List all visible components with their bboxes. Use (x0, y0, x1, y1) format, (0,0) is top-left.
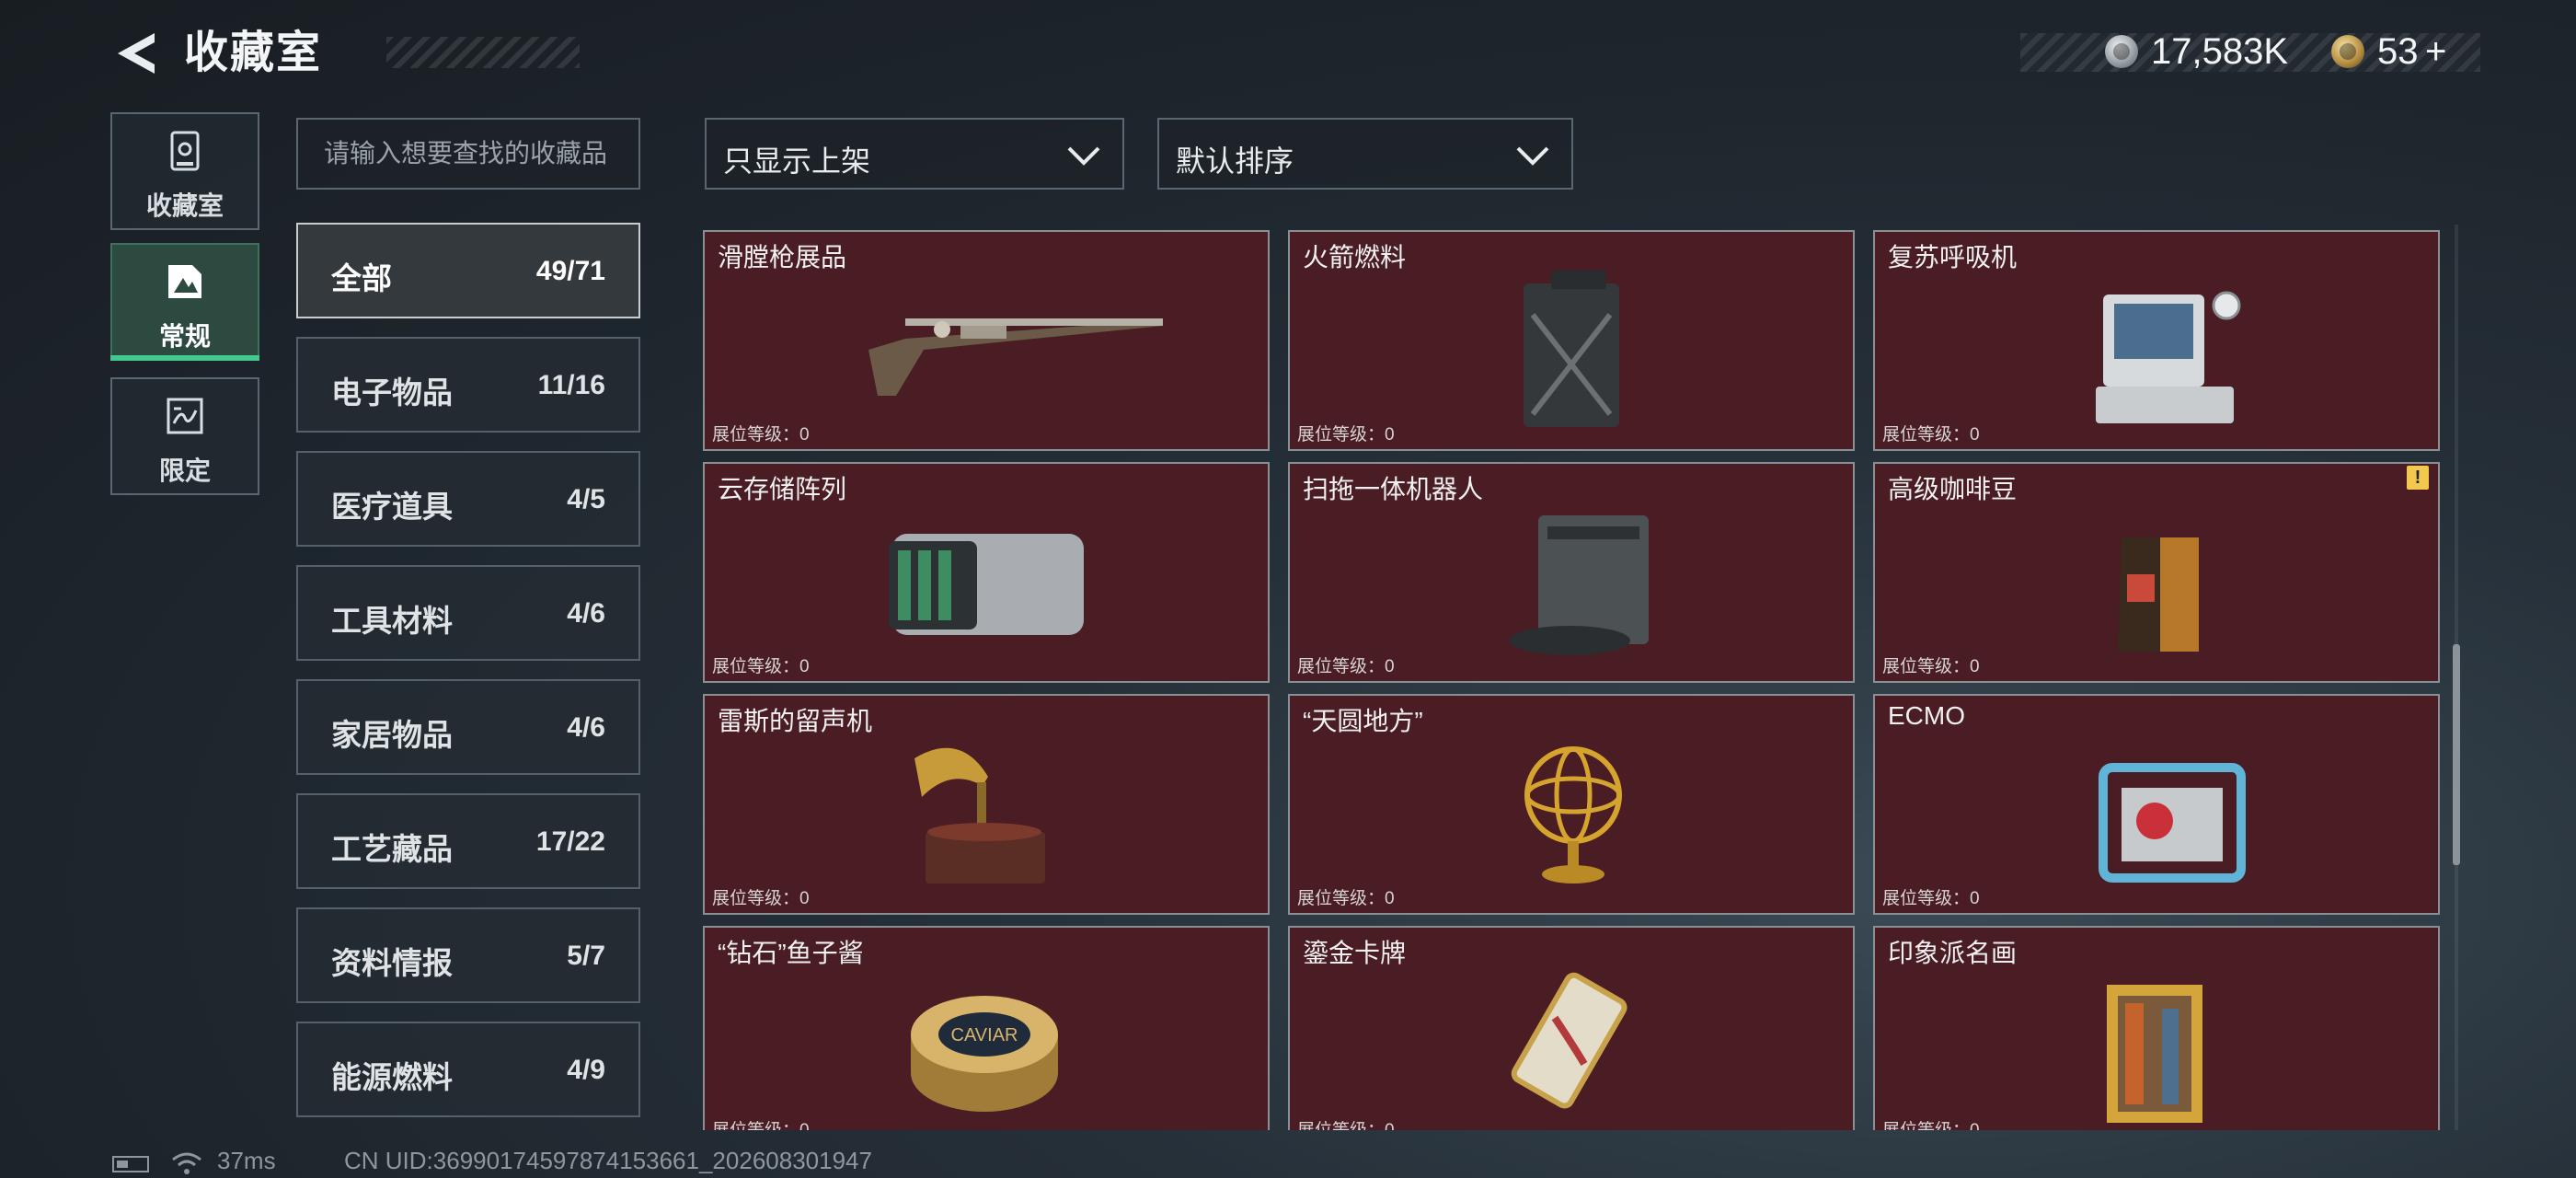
item-level: 展位等级：0 (1882, 1116, 1980, 1130)
nav-regular-label: 常规 (158, 322, 211, 351)
shelf-filter-value: 只显示上架 (723, 144, 871, 178)
ecmo-machine-icon (2099, 763, 2246, 883)
caviar-tin-icon: CAVIAR (911, 996, 1058, 1112)
item-card[interactable]: 鎏金卡牌 展位等级：0 (1288, 926, 1855, 1130)
item-level: 展位等级：0 (1882, 657, 1980, 676)
category-medical[interactable]: 医疗道具 4/5 (296, 451, 640, 547)
category-label: 医疗道具 (331, 490, 453, 524)
painting-icon (2107, 985, 2202, 1123)
category-count: 4/6 (567, 598, 605, 629)
ping-readout: 37ms (217, 1147, 276, 1174)
sort-dropdown[interactable]: 默认排序 (1157, 118, 1573, 190)
vault-icon (170, 131, 200, 171)
category-tools[interactable]: 工具材料 4/6 (296, 565, 640, 661)
category-count: 4/9 (567, 1055, 605, 1085)
item-level: 展位等级：0 (1882, 425, 1980, 445)
tin-label: CAVIAR (951, 1025, 1018, 1045)
item-level: 展位等级：0 (712, 425, 810, 445)
robot-vacuum-icon (1509, 515, 1649, 655)
item-name: ECMO (1888, 701, 1965, 730)
category-label: 电子物品 (331, 375, 453, 410)
gold-coin-icon (2331, 35, 2364, 68)
nav-vault[interactable]: 收藏室 (110, 112, 259, 230)
nav-vault-label: 收藏室 (145, 191, 224, 220)
category-crafts[interactable]: 工艺藏品 17/22 (296, 793, 640, 889)
item-card[interactable]: 火箭燃料 展位等级：0 (1288, 230, 1855, 451)
category-count: 17/22 (535, 826, 605, 857)
category-count: 4/5 (567, 484, 605, 514)
item-level: 展位等级：0 (712, 1116, 810, 1130)
category-label: 能源燃料 (331, 1060, 453, 1094)
chevron-down-icon (1067, 146, 1100, 166)
item-card[interactable]: 滑膛枪展品 展位等级：0 (703, 230, 1270, 451)
gold-currency-amount: 53 (2377, 31, 2419, 72)
title-decoration (386, 37, 580, 68)
category-energy[interactable]: 能源燃料 4/9 (296, 1022, 640, 1117)
nav-regular[interactable]: 常规 (110, 243, 259, 361)
gilded-card-icon (1511, 972, 1627, 1109)
category-count: 4/6 (567, 712, 605, 743)
item-card[interactable]: 扫拖一体机器人 展位等级：0 (1288, 462, 1855, 683)
category-count: 49/71 (535, 256, 605, 286)
musket-icon (868, 318, 1163, 396)
item-card[interactable]: 印象派名画 展位等级：0 (1873, 926, 2440, 1130)
coffee-bag-icon (2118, 537, 2199, 652)
category-label: 工具材料 (331, 604, 453, 638)
page-title: 收藏室 (184, 29, 323, 77)
uid-readout: CN UID:3699017459787415366​1_20260830194… (344, 1147, 872, 1174)
category-label: 家居物品 (331, 718, 453, 752)
category-label: 资料情报 (331, 946, 453, 980)
chevron-down-icon (1516, 146, 1549, 166)
sort-value: 默认排序 (1176, 144, 1294, 178)
nav-active-indicator (110, 355, 259, 361)
scrollbar-thumb[interactable] (2453, 644, 2460, 865)
item-level: 展位等级：0 (1882, 889, 1980, 908)
silver-coin-icon (2105, 35, 2138, 68)
category-intel[interactable]: 资料情报 5/7 (296, 907, 640, 1003)
category-count: 11/16 (537, 370, 605, 400)
item-card[interactable]: ECMO 展位等级：0 (1873, 694, 2440, 915)
ventilator-icon (2096, 291, 2241, 423)
item-level: 展位等级：0 (712, 889, 810, 908)
item-card[interactable]: 高级咖啡豆 ! 展位等级：0 (1873, 462, 2440, 683)
item-level: 展位等级：0 (1297, 1116, 1395, 1130)
category-label: 工艺藏品 (331, 832, 453, 866)
gramophone-icon (914, 747, 1045, 884)
category-electronics[interactable]: 电子物品 11/16 (296, 337, 640, 433)
category-label: 全部 (331, 261, 392, 295)
silver-currency-amount: 17,583K (2151, 31, 2289, 72)
item-card[interactable]: 复苏呼吸机 展位等级：0 (1873, 230, 2440, 451)
item-card[interactable]: “钻石”鱼子酱 CAVIAR 展位等级：0 (703, 926, 1270, 1130)
limited-frame-icon (167, 398, 203, 434)
picture-frame-icon (168, 265, 201, 298)
category-all[interactable]: 全部 49/71 (296, 223, 640, 318)
item-level: 展位等级：0 (1297, 889, 1395, 908)
item-card[interactable]: 云存储阵列 展位等级：0 (703, 462, 1270, 683)
nav-limited-label: 限定 (158, 456, 211, 485)
search-input[interactable] (296, 118, 640, 190)
nav-limited[interactable]: 限定 (110, 377, 259, 495)
collection-grid: 滑膛枪展品 展位等级：0 火箭燃料 展位等级：0 复苏呼吸机 展位等级：0 云存 (703, 225, 2442, 1130)
add-currency-button[interactable]: + (2425, 28, 2446, 75)
storage-array-icon (889, 534, 1084, 635)
back-arrow-icon[interactable] (110, 28, 162, 79)
fuel-can-icon (1524, 271, 1619, 427)
wifi-icon (172, 1152, 201, 1174)
item-card[interactable]: 雷斯的留声机 展位等级：0 (703, 694, 1270, 915)
item-level: 展位等级：0 (712, 657, 810, 676)
warning-icon: ! (2407, 466, 2429, 490)
armillary-sphere-icon (1524, 746, 1622, 884)
item-level: 展位等级：0 (1297, 657, 1395, 676)
category-count: 5/7 (567, 941, 605, 971)
battery-icon (112, 1156, 149, 1172)
shelf-filter-dropdown[interactable]: 只显示上架 (705, 118, 1124, 190)
item-card[interactable]: “天圆地方” 展位等级：0 (1288, 694, 1855, 915)
category-household[interactable]: 家居物品 4/6 (296, 679, 640, 775)
item-level: 展位等级：0 (1297, 425, 1395, 445)
